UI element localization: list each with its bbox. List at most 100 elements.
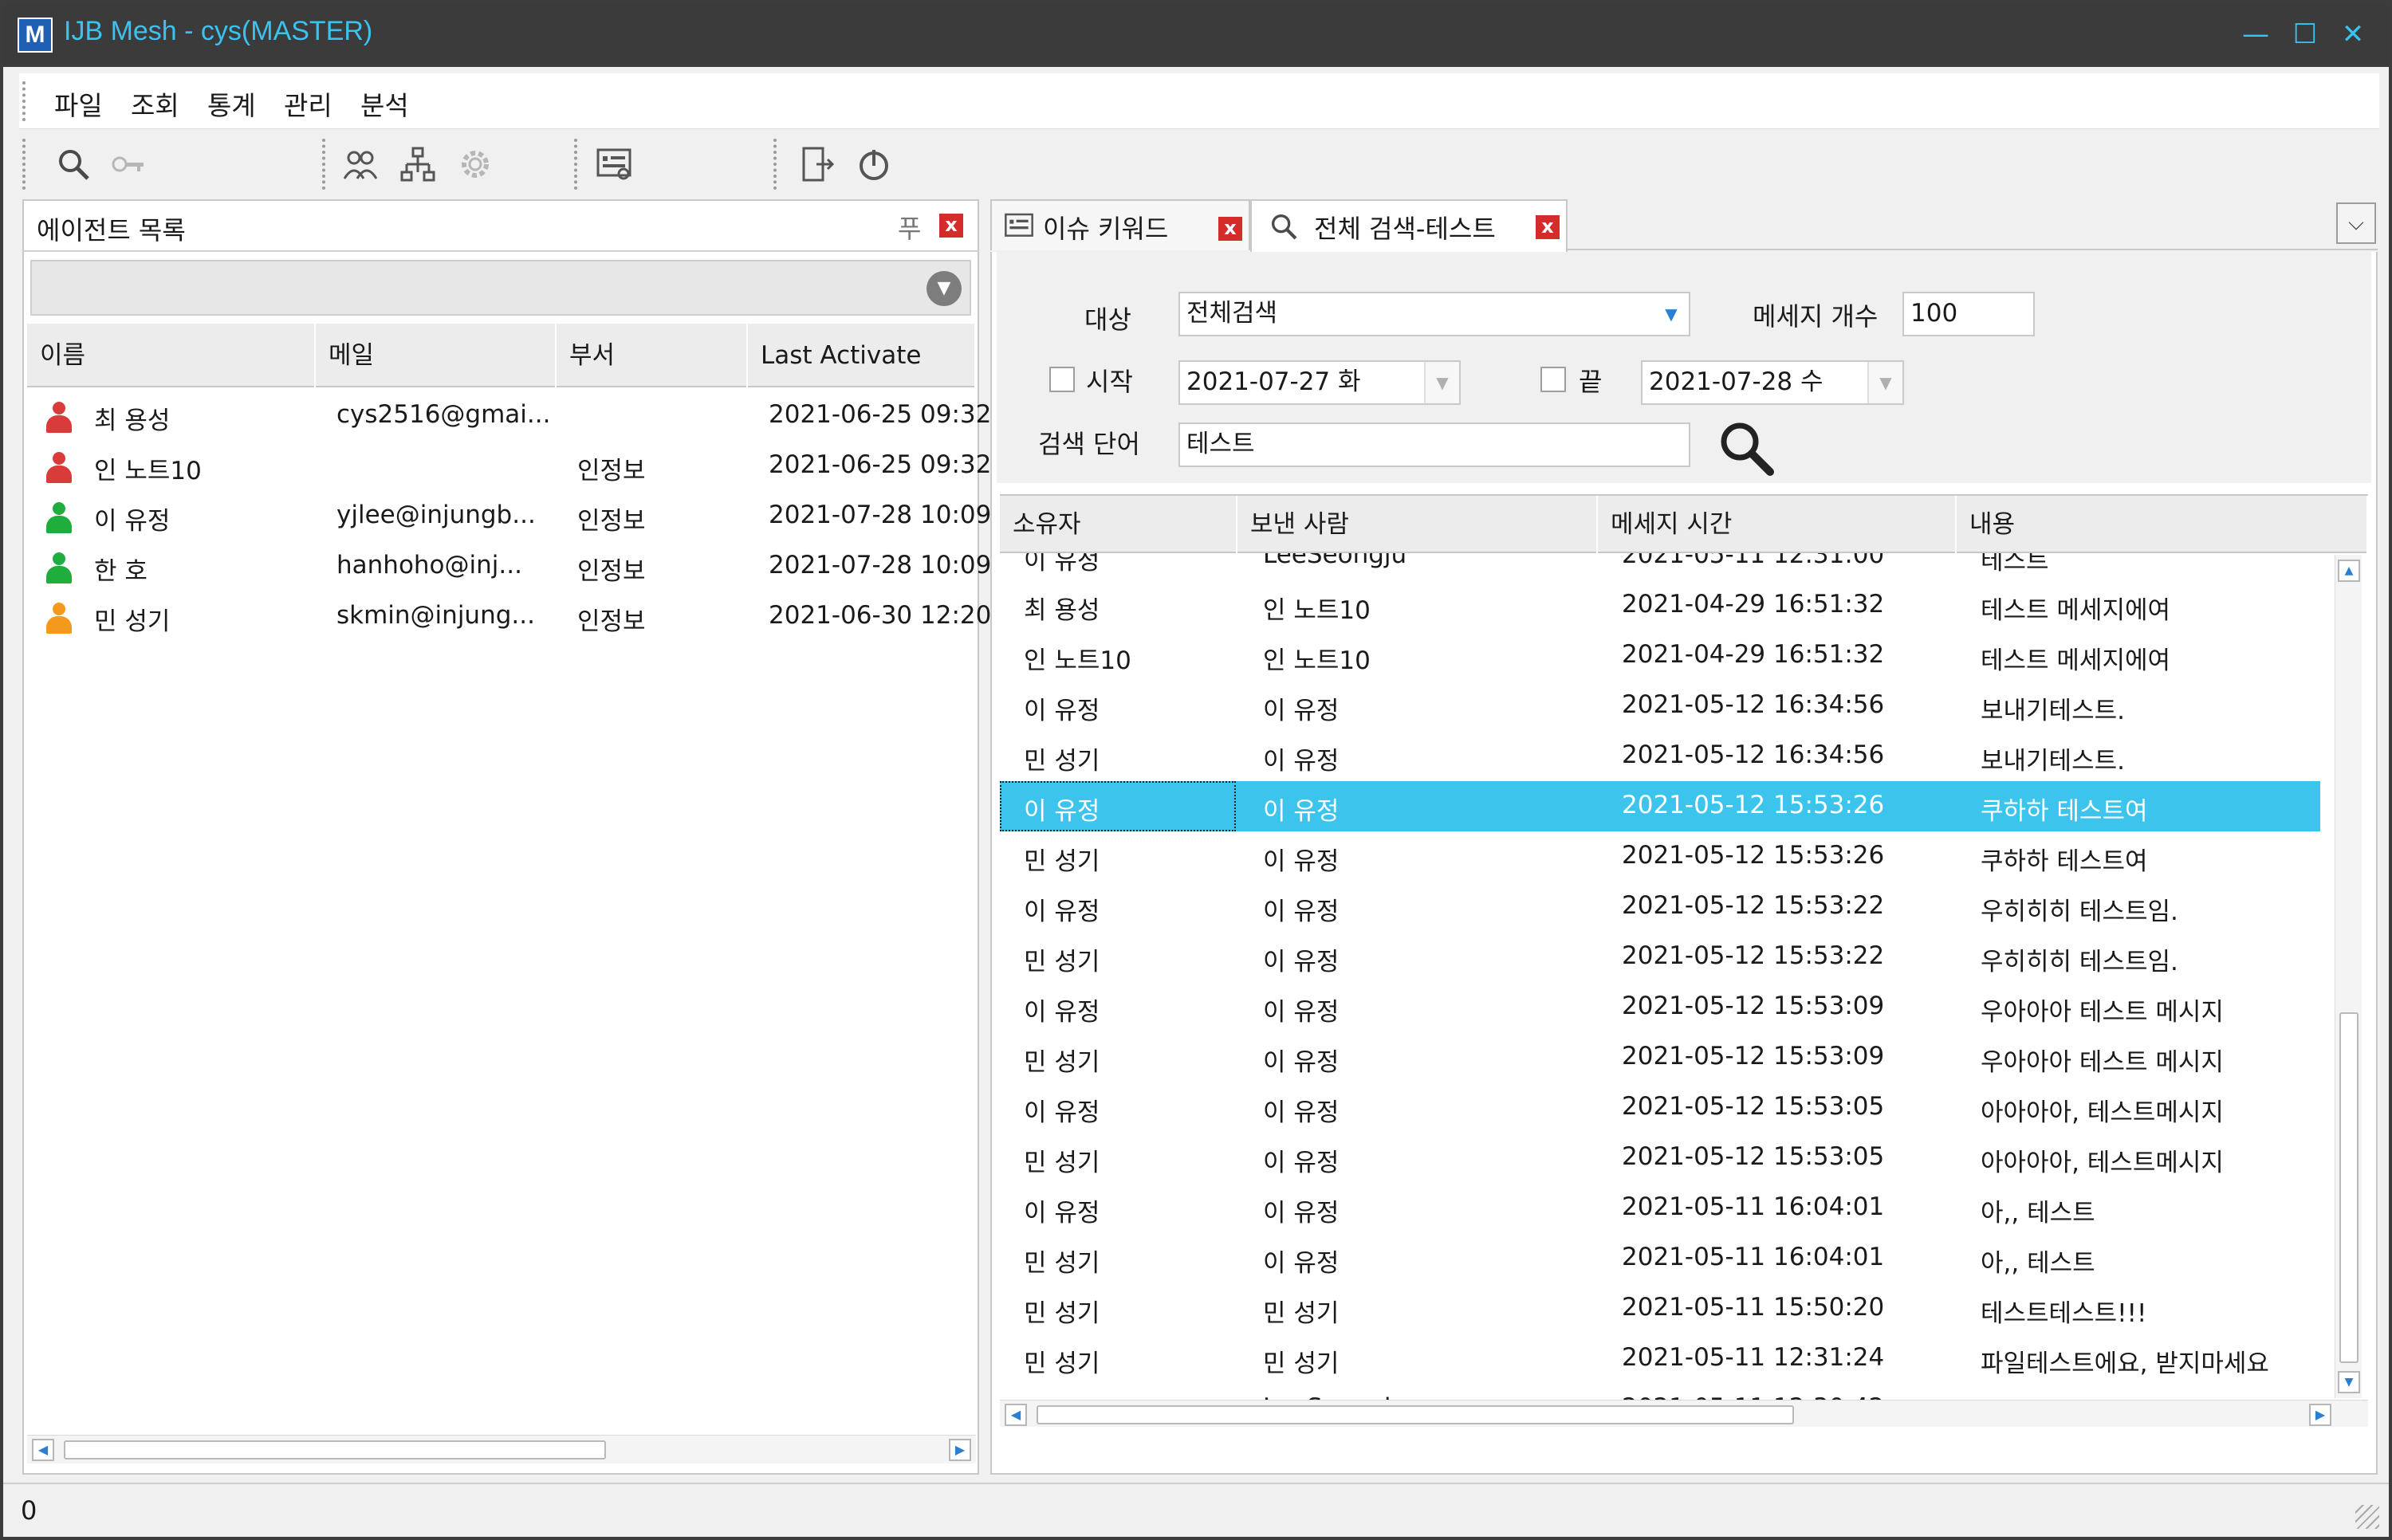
menu-view[interactable]: 조회 — [131, 84, 179, 123]
column-header-dept[interactable]: 부서 — [557, 324, 748, 387]
toolbar-grip[interactable] — [22, 139, 26, 190]
message-owner: 이 유정 — [1024, 898, 1100, 926]
end-date-picker[interactable]: 2021-07-28 수 ▼ — [1641, 360, 1904, 405]
org-chart-icon[interactable] — [399, 145, 437, 183]
column-header-email[interactable]: 메일 — [316, 324, 557, 387]
message-time: 2021-05-12 15:53:05 — [1622, 1092, 1885, 1121]
scroll-thumb[interactable] — [2339, 1012, 2359, 1363]
tab-full-search[interactable]: 전체 검색-테스트 x — [1250, 199, 1568, 252]
person-icon — [46, 603, 72, 634]
tab-issue-keyword[interactable]: 이슈 키워드 x — [990, 199, 1250, 250]
users-icon[interactable] — [341, 145, 380, 183]
toolbar-grip[interactable] — [322, 139, 325, 190]
message-owner: 이 유정 — [1024, 1199, 1100, 1228]
close-tab-button[interactable]: x — [1218, 217, 1242, 241]
column-header-last-activate[interactable]: Last Activate — [748, 324, 976, 387]
minimize-button[interactable]: — — [2236, 14, 2276, 54]
message-time: 2021-05-11 16:04:01 — [1622, 1192, 1885, 1221]
close-tab-button[interactable]: x — [1536, 215, 1560, 239]
message-row[interactable]: 민 성기 이 유정 2021-05-12 15:53:26 쿠하하 테스트여 — [1000, 831, 2320, 882]
chevron-down-icon[interactable]: ▼ — [927, 271, 962, 306]
message-row[interactable]: 최 용성 인 노트10 2021-04-29 16:51:32 테스트 메세지에여 — [1000, 580, 2320, 631]
target-select[interactable]: 전체검색 ▼ — [1178, 292, 1690, 336]
scroll-up-arrow-icon[interactable]: ▲ — [2338, 560, 2360, 582]
search-icon[interactable] — [54, 145, 92, 183]
message-row[interactable]: 이 유정 이 유정 2021-05-12 15:53:22 우히히히 테스트임. — [1000, 882, 2320, 932]
message-owner: 민 성기 — [1024, 1299, 1100, 1328]
menu-file[interactable]: 파일 — [54, 84, 103, 123]
scroll-right-arrow-icon[interactable]: ▶ — [2309, 1404, 2331, 1426]
message-grid: 소유자 보낸 사람 메세지 시간 내용 이 유정 LeeSeongju 2021… — [1000, 494, 2368, 1427]
end-date-checkbox[interactable] — [1540, 367, 1566, 392]
scroll-left-arrow-icon[interactable]: ◀ — [1005, 1404, 1027, 1426]
toolbar-grip[interactable] — [574, 139, 577, 190]
start-date-checkbox[interactable] — [1049, 367, 1075, 392]
menubar-grip[interactable] — [22, 81, 26, 121]
message-row[interactable]: 민 성기 이 유정 2021-05-12 16:34:56 보내기테스트. — [1000, 731, 2320, 781]
scroll-down-arrow-icon[interactable]: ▼ — [2338, 1371, 2360, 1393]
exit-icon[interactable] — [797, 145, 836, 183]
power-icon[interactable] — [855, 145, 893, 183]
search-button-icon[interactable] — [1714, 416, 1778, 480]
message-row[interactable]: 민 성기 이 유정 2021-05-12 15:53:09 우아아아 테스트 메시지 — [1000, 1032, 2320, 1082]
agent-row[interactable]: 최 용성 cys2516@gmai... 2021-06-25 09:32 — [24, 392, 991, 442]
agent-horizontal-scrollbar[interactable]: ◀ ▶ — [27, 1435, 976, 1463]
chevron-down-icon[interactable]: ▼ — [1424, 362, 1459, 403]
scroll-right-arrow-icon[interactable]: ▶ — [949, 1439, 971, 1461]
keyword-board-icon[interactable] — [595, 145, 633, 183]
agent-filter-combo[interactable]: ▼ — [30, 260, 971, 316]
target-label: 대상 — [1084, 304, 1131, 335]
pin-icon[interactable]: 푸 — [898, 209, 921, 246]
message-row[interactable]: 이 유정 이 유정 2021-05-12 15:53:26 쿠하하 테스트여 — [1000, 781, 2320, 831]
menu-manage[interactable]: 관리 — [284, 84, 332, 123]
message-content: 쿠하하 테스트여 — [1981, 847, 2148, 876]
title-bar[interactable]: M IJB Mesh - cys(MASTER) — ☐ ✕ — [3, 3, 2389, 67]
tab-list-dropdown[interactable]: ⌵ — [2336, 202, 2376, 244]
menu-statistics[interactable]: 통계 — [207, 84, 256, 123]
message-count-input[interactable]: 100 — [1902, 292, 2035, 336]
agent-row[interactable]: 민 성기 skmin@injung... 인정보 2021-06-30 12:2… — [24, 593, 991, 643]
scroll-thumb[interactable] — [64, 1440, 606, 1459]
scroll-left-arrow-icon[interactable]: ◀ — [32, 1439, 54, 1461]
agent-list-header: 에이전트 목록 푸 x — [24, 201, 978, 252]
message-content: 우히히히 테스트임. — [1981, 948, 2178, 976]
agent-row[interactable]: 인 노트10 인정보 2021-06-25 09:32 — [24, 442, 991, 493]
message-sender: 민 성기 — [1263, 1299, 1340, 1328]
message-row[interactable]: 이 유정 이 유정 2021-05-12 16:34:56 보내기테스트. — [1000, 681, 2320, 731]
message-horizontal-scrollbar[interactable]: ◀ ▶ — [1000, 1400, 2368, 1427]
chevron-down-icon[interactable]: ▼ — [1654, 293, 1689, 335]
message-content: 아,, 테스트 — [1981, 1249, 2095, 1278]
column-header-name[interactable]: 이름 — [27, 324, 316, 387]
start-date-picker[interactable]: 2021-07-27 화 ▼ — [1178, 360, 1461, 405]
toolbar-grip[interactable] — [773, 139, 777, 190]
search-term-input[interactable]: 테스트 — [1178, 422, 1690, 467]
status-text: 0 — [21, 1495, 37, 1526]
message-row[interactable]: 이 유정 이 유정 2021-05-11 16:04:01 아,, 테스트 — [1000, 1183, 2320, 1233]
column-header-message-time[interactable]: 메세지 시간 — [1598, 496, 1957, 553]
chevron-down-icon[interactable]: ▼ — [1867, 362, 1902, 403]
agent-dept: 인정보 — [577, 607, 646, 636]
agent-row[interactable]: 한 호 hanhoho@inj... 인정보 2021-07-28 10:09 — [24, 543, 991, 593]
message-row[interactable]: 민 성기 민 성기 2021-05-11 15:50:20 테스트테스트!!! — [1000, 1283, 2320, 1334]
close-window-button[interactable]: ✕ — [2333, 14, 2373, 54]
message-row[interactable]: 민 성기 이 유정 2021-05-11 16:04:01 아,, 테스트 — [1000, 1233, 2320, 1283]
maximize-button[interactable]: ☐ — [2285, 14, 2325, 54]
message-row[interactable]: 이 유정 이 유정 2021-05-12 15:53:09 우아아아 테스트 메시지 — [1000, 982, 2320, 1032]
message-row[interactable]: 이 유정 이 유정 2021-05-12 15:53:05 아아아아, 테스트메시지 — [1000, 1082, 2320, 1133]
key-icon[interactable] — [108, 145, 147, 183]
agent-row[interactable]: 이 유정 yjlee@injungb... 인정보 2021-07-28 10:… — [24, 493, 991, 543]
resize-grip-icon[interactable] — [2355, 1505, 2379, 1529]
column-header-owner[interactable]: 소유자 — [1000, 496, 1237, 553]
message-vertical-scrollbar[interactable]: ▲ ▼ — [2335, 555, 2362, 1398]
menu-analysis[interactable]: 분석 — [360, 84, 409, 123]
column-header-sender[interactable]: 보낸 사람 — [1237, 496, 1598, 553]
message-row[interactable]: 인 노트10 인 노트10 2021-04-29 16:51:32 테스트 메세지에여 — [1000, 631, 2320, 681]
column-header-content[interactable]: 내용 — [1957, 496, 2368, 553]
gear-icon[interactable] — [456, 145, 494, 183]
search-form: 대상 전체검색 ▼ 메세지 개수 100 시작 2021-07-27 화 ▼ 끝… — [997, 252, 2371, 483]
close-panel-button[interactable]: x — [939, 214, 963, 238]
message-row[interactable]: 민 성기 이 유정 2021-05-12 15:53:22 우히히히 테스트임. — [1000, 932, 2320, 982]
scroll-thumb[interactable] — [1037, 1405, 1794, 1424]
message-row[interactable]: 민 성기 이 유정 2021-05-12 15:53:05 아아아아, 테스트메시지 — [1000, 1133, 2320, 1183]
message-row[interactable]: 민 성기 민 성기 2021-05-11 12:31:24 파일테스트에요, 받지마세… — [1000, 1334, 2320, 1384]
